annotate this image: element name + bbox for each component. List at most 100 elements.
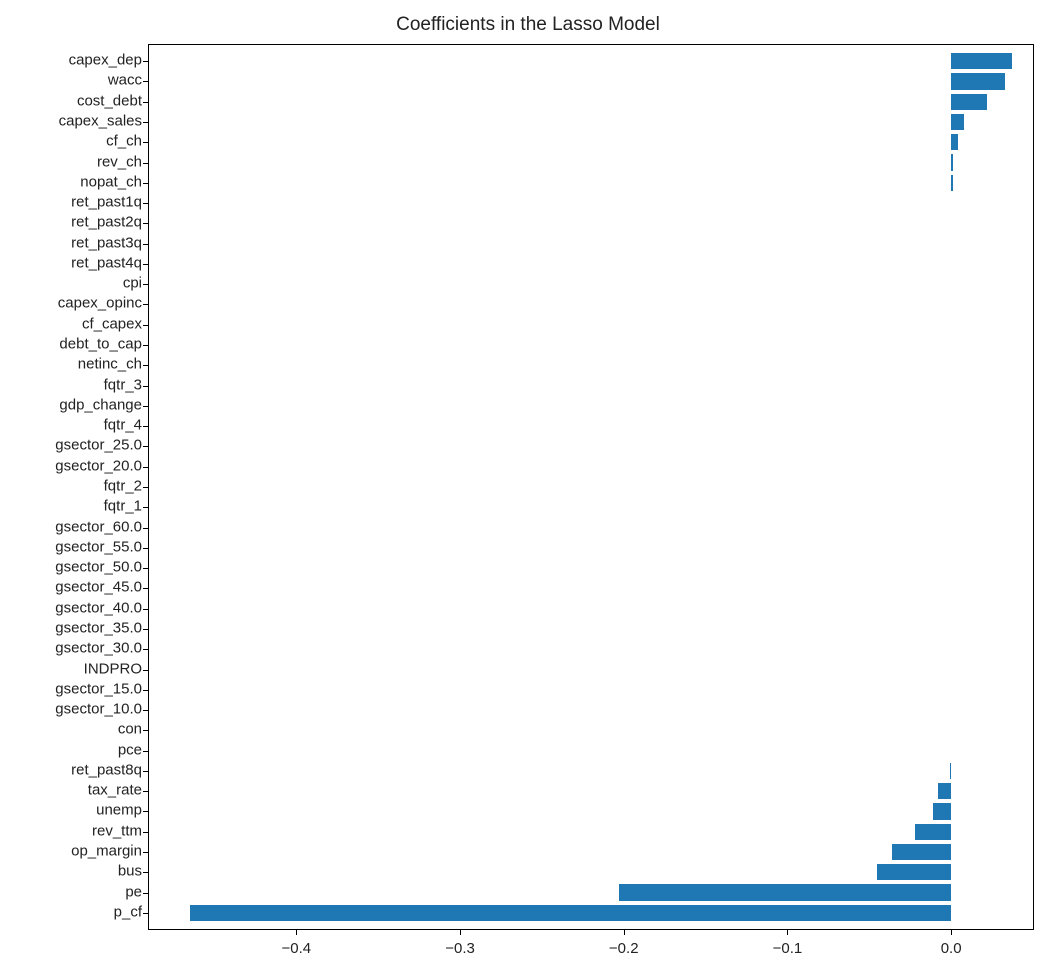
bar-row bbox=[149, 781, 1033, 801]
y-tick-label: ret_past1q bbox=[71, 194, 142, 211]
bar bbox=[951, 134, 958, 150]
y-tick-label: fqtr_3 bbox=[104, 376, 142, 393]
y-tick-mark bbox=[143, 183, 149, 184]
y-tick-mark bbox=[143, 629, 149, 630]
bar bbox=[950, 763, 952, 779]
y-tick-mark bbox=[143, 548, 149, 549]
y-tick-label: op_margin bbox=[71, 843, 142, 860]
y-tick-label: gsector_25.0 bbox=[55, 437, 142, 454]
bar-row bbox=[149, 396, 1033, 416]
bar-row bbox=[149, 700, 1033, 720]
bar-row bbox=[149, 71, 1033, 91]
y-tick-label: fqtr_1 bbox=[104, 498, 142, 515]
plot-area: −0.4−0.3−0.2−0.10.0 bbox=[148, 44, 1034, 930]
bar bbox=[938, 783, 951, 799]
bar bbox=[951, 94, 987, 110]
bar-row bbox=[149, 234, 1033, 254]
bar-row bbox=[149, 720, 1033, 740]
bar-row bbox=[149, 578, 1033, 598]
y-tick-label: netinc_ch bbox=[78, 356, 142, 373]
bar-row bbox=[149, 842, 1033, 862]
y-tick-mark bbox=[143, 913, 149, 914]
y-tick-mark bbox=[143, 386, 149, 387]
y-tick-label: INDPRO bbox=[84, 660, 142, 677]
y-tick-label: con bbox=[118, 721, 142, 738]
y-tick-label: gsector_20.0 bbox=[55, 457, 142, 474]
bar bbox=[951, 114, 964, 130]
y-tick-mark bbox=[143, 730, 149, 731]
chart-title: Coefficients in the Lasso Model bbox=[0, 14, 1056, 36]
bar bbox=[951, 154, 953, 170]
x-tick-mark bbox=[296, 929, 297, 935]
bar-row bbox=[149, 659, 1033, 679]
bar-row bbox=[149, 862, 1033, 882]
y-tick-label: cf_capex bbox=[82, 315, 142, 332]
y-tick-mark bbox=[143, 487, 149, 488]
y-tick-mark bbox=[143, 528, 149, 529]
y-tick-mark bbox=[143, 670, 149, 671]
y-tick-mark bbox=[143, 365, 149, 366]
bar-row bbox=[149, 335, 1033, 355]
bar bbox=[951, 53, 1012, 69]
bar-row bbox=[149, 822, 1033, 842]
bar-row bbox=[149, 639, 1033, 659]
y-tick-mark bbox=[143, 102, 149, 103]
y-tick-label: ret_past3q bbox=[71, 234, 142, 251]
y-tick-label: fqtr_2 bbox=[104, 478, 142, 495]
y-tick-mark bbox=[143, 406, 149, 407]
bar-row bbox=[149, 558, 1033, 578]
bar-row bbox=[149, 173, 1033, 193]
y-tick-label: rev_ch bbox=[97, 153, 142, 170]
bar-row bbox=[149, 457, 1033, 477]
bar-row bbox=[149, 517, 1033, 537]
bar-row bbox=[149, 152, 1033, 172]
y-tick-mark bbox=[143, 751, 149, 752]
bars-wrapper bbox=[149, 45, 1033, 929]
y-tick-label: ret_past8q bbox=[71, 761, 142, 778]
bar-row bbox=[149, 903, 1033, 923]
y-tick-mark bbox=[143, 426, 149, 427]
x-tick-label: 0.0 bbox=[941, 940, 962, 957]
y-tick-mark bbox=[143, 61, 149, 62]
x-tick-mark bbox=[624, 929, 625, 935]
bar bbox=[877, 864, 951, 880]
y-tick-label: p_cf bbox=[114, 903, 142, 920]
y-tick-mark bbox=[143, 609, 149, 610]
y-tick-label: pe bbox=[125, 883, 142, 900]
x-tick-mark bbox=[787, 929, 788, 935]
bar bbox=[190, 905, 951, 921]
y-tick-label: debt_to_cap bbox=[59, 336, 142, 353]
y-tick-label: pce bbox=[118, 741, 142, 758]
y-tick-mark bbox=[143, 568, 149, 569]
bar-row bbox=[149, 761, 1033, 781]
bar-row bbox=[149, 436, 1033, 456]
bar-row bbox=[149, 599, 1033, 619]
y-tick-label: nopat_ch bbox=[80, 173, 142, 190]
y-tick-mark bbox=[143, 122, 149, 123]
y-tick-mark bbox=[143, 304, 149, 305]
y-tick-label: fqtr_4 bbox=[104, 417, 142, 434]
bar-row bbox=[149, 375, 1033, 395]
y-tick-label: ret_past2q bbox=[71, 214, 142, 231]
y-tick-label: rev_ttm bbox=[92, 822, 142, 839]
y-tick-label: tax_rate bbox=[88, 782, 142, 799]
y-tick-label: gsector_45.0 bbox=[55, 579, 142, 596]
y-tick-mark bbox=[143, 872, 149, 873]
y-tick-label: gsector_60.0 bbox=[55, 518, 142, 535]
y-tick-label: ret_past4q bbox=[71, 254, 142, 271]
bar-row bbox=[149, 213, 1033, 233]
bar bbox=[933, 803, 951, 819]
y-tick-mark bbox=[143, 244, 149, 245]
bar-row bbox=[149, 740, 1033, 760]
bar-row bbox=[149, 680, 1033, 700]
y-tick-mark bbox=[143, 852, 149, 853]
x-tick-label: −0.2 bbox=[609, 940, 639, 957]
bar bbox=[951, 73, 1005, 89]
y-tick-mark bbox=[143, 771, 149, 772]
y-tick-mark bbox=[143, 649, 149, 650]
y-tick-label: gsector_50.0 bbox=[55, 559, 142, 576]
bar-row bbox=[149, 355, 1033, 375]
y-tick-label: capex_opinc bbox=[58, 295, 142, 312]
y-tick-mark bbox=[143, 325, 149, 326]
y-tick-mark bbox=[143, 710, 149, 711]
